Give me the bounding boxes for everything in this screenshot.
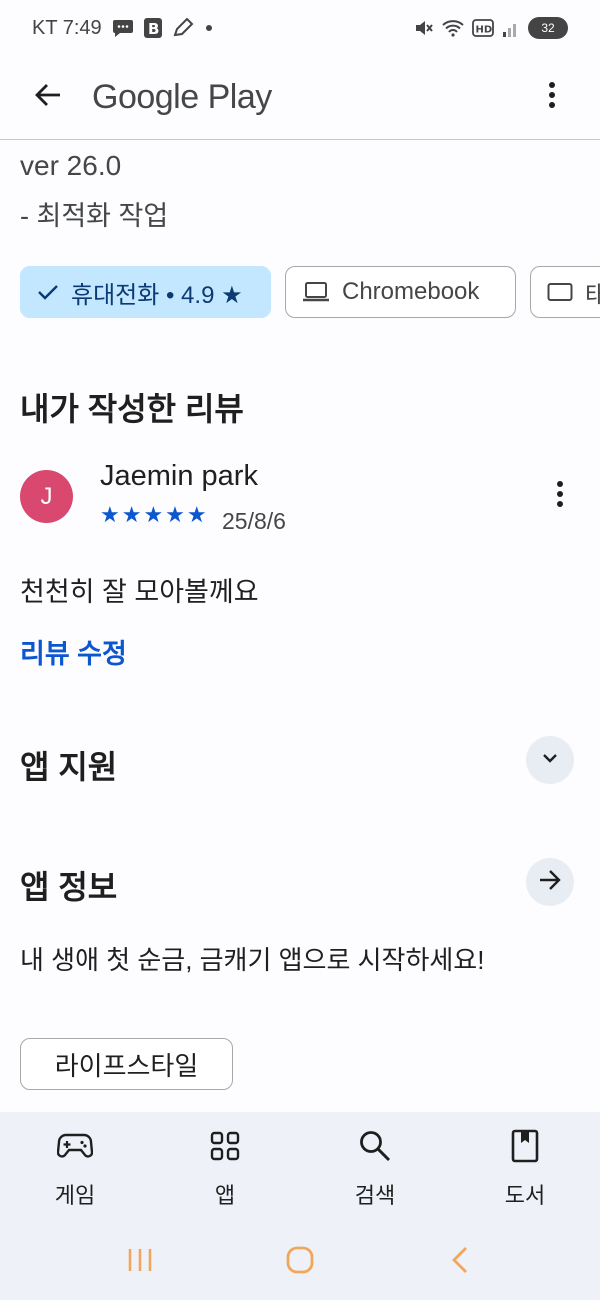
reviewer-name: Jaemin park: [100, 460, 258, 492]
device-chips: 휴대전화 • 4.9 ★ Chromebook 태: [20, 266, 600, 318]
system-back-button[interactable]: [430, 1232, 490, 1292]
notification-dot-icon: [204, 23, 214, 33]
b-app-icon: B: [143, 18, 162, 38]
review-text: 천천히 잘 모아볼께요: [20, 577, 259, 607]
edit-review-link[interactable]: 리뷰 수정: [20, 632, 127, 671]
back-button[interactable]: [18, 68, 78, 128]
app-title: Google Play: [92, 78, 272, 116]
chip-chromebook-label: Chromebook: [342, 278, 480, 305]
whats-new-note: - 최적화 작업: [20, 201, 169, 231]
star-rating: ★★★★★: [100, 502, 209, 527]
system-navigation-bar: [0, 1224, 600, 1300]
carrier-time: KT 7:49: [32, 16, 102, 39]
my-review-title: 내가 작성한 리뷰: [20, 391, 244, 427]
nav-label-books: 도서: [504, 1183, 546, 1208]
check-icon: [37, 283, 59, 301]
status-right: HD 32: [414, 17, 568, 39]
bottom-navigation: 게임 앱 검색 도서: [0, 1112, 600, 1224]
battery-level: 32: [541, 21, 555, 35]
category-label: 라이프스타일: [54, 1050, 199, 1081]
nav-item-search[interactable]: 검색: [300, 1112, 450, 1224]
arrow-right-icon: [538, 869, 562, 896]
avatar-letter: J: [40, 482, 53, 510]
more-options-button[interactable]: [528, 74, 576, 122]
chevron-down-icon: [541, 751, 559, 769]
app-info-arrow-button[interactable]: [526, 858, 574, 906]
app-info-title: 앱 정보: [20, 869, 118, 905]
hd-icon: HD: [472, 19, 494, 37]
nav-label-games: 게임: [54, 1183, 96, 1208]
nav-item-books[interactable]: 도서: [450, 1112, 600, 1224]
review-more-button[interactable]: [538, 474, 582, 518]
search-icon: [355, 1126, 395, 1166]
wifi-icon: [442, 18, 464, 38]
laptop-icon: [302, 281, 330, 303]
signal-icon: [502, 18, 520, 38]
recent-apps-icon: [125, 1247, 155, 1278]
nav-item-apps[interactable]: 앱: [150, 1112, 300, 1224]
chip-tablet-label: 태: [585, 281, 600, 309]
review-date: 25/8/6: [222, 508, 286, 534]
status-left: KT 7:49 B: [32, 17, 214, 40]
status-bar: KT 7:49 B HD 32: [0, 0, 600, 56]
nav-item-games[interactable]: 게임: [0, 1112, 150, 1224]
apps-grid-icon: [205, 1126, 245, 1166]
version-text: ver 26.0: [20, 150, 122, 181]
chip-phone-label: 휴대전화 • 4.9 ★: [71, 281, 243, 309]
tablet-icon: [547, 282, 573, 302]
home-icon: [285, 1245, 315, 1280]
more-vert-icon: [548, 81, 556, 114]
back-arrow-icon: [33, 80, 63, 115]
chevron-left-icon: [450, 1245, 470, 1280]
app-support-expand-button[interactable]: [526, 736, 574, 784]
app-support-title: 앱 지원: [20, 749, 118, 785]
svg-text:HD: HD: [476, 25, 493, 36]
chip-tablet[interactable]: 태: [530, 266, 600, 318]
nav-label-apps: 앱: [214, 1183, 236, 1208]
svg-text:B: B: [148, 20, 159, 38]
chip-chromebook[interactable]: Chromebook: [285, 266, 516, 318]
book-icon: [505, 1126, 545, 1166]
battery-indicator: 32: [528, 17, 568, 39]
nav-label-search: 검색: [354, 1183, 396, 1208]
home-button[interactable]: [270, 1232, 330, 1292]
app-info-description: 내 생애 첫 순금, 금캐기 앱으로 시작하세요!: [20, 945, 485, 975]
category-chip[interactable]: 라이프스타일: [20, 1038, 233, 1090]
message-icon: [112, 18, 134, 38]
pencil-icon: [172, 18, 194, 38]
avatar: J: [20, 470, 73, 523]
app-bar: Google Play: [0, 56, 600, 140]
mute-icon: [414, 18, 434, 38]
chip-phone[interactable]: 휴대전화 • 4.9 ★: [20, 266, 271, 318]
gamepad-icon: [55, 1126, 95, 1166]
recent-apps-button[interactable]: [110, 1232, 170, 1292]
more-vert-icon: [556, 480, 564, 513]
